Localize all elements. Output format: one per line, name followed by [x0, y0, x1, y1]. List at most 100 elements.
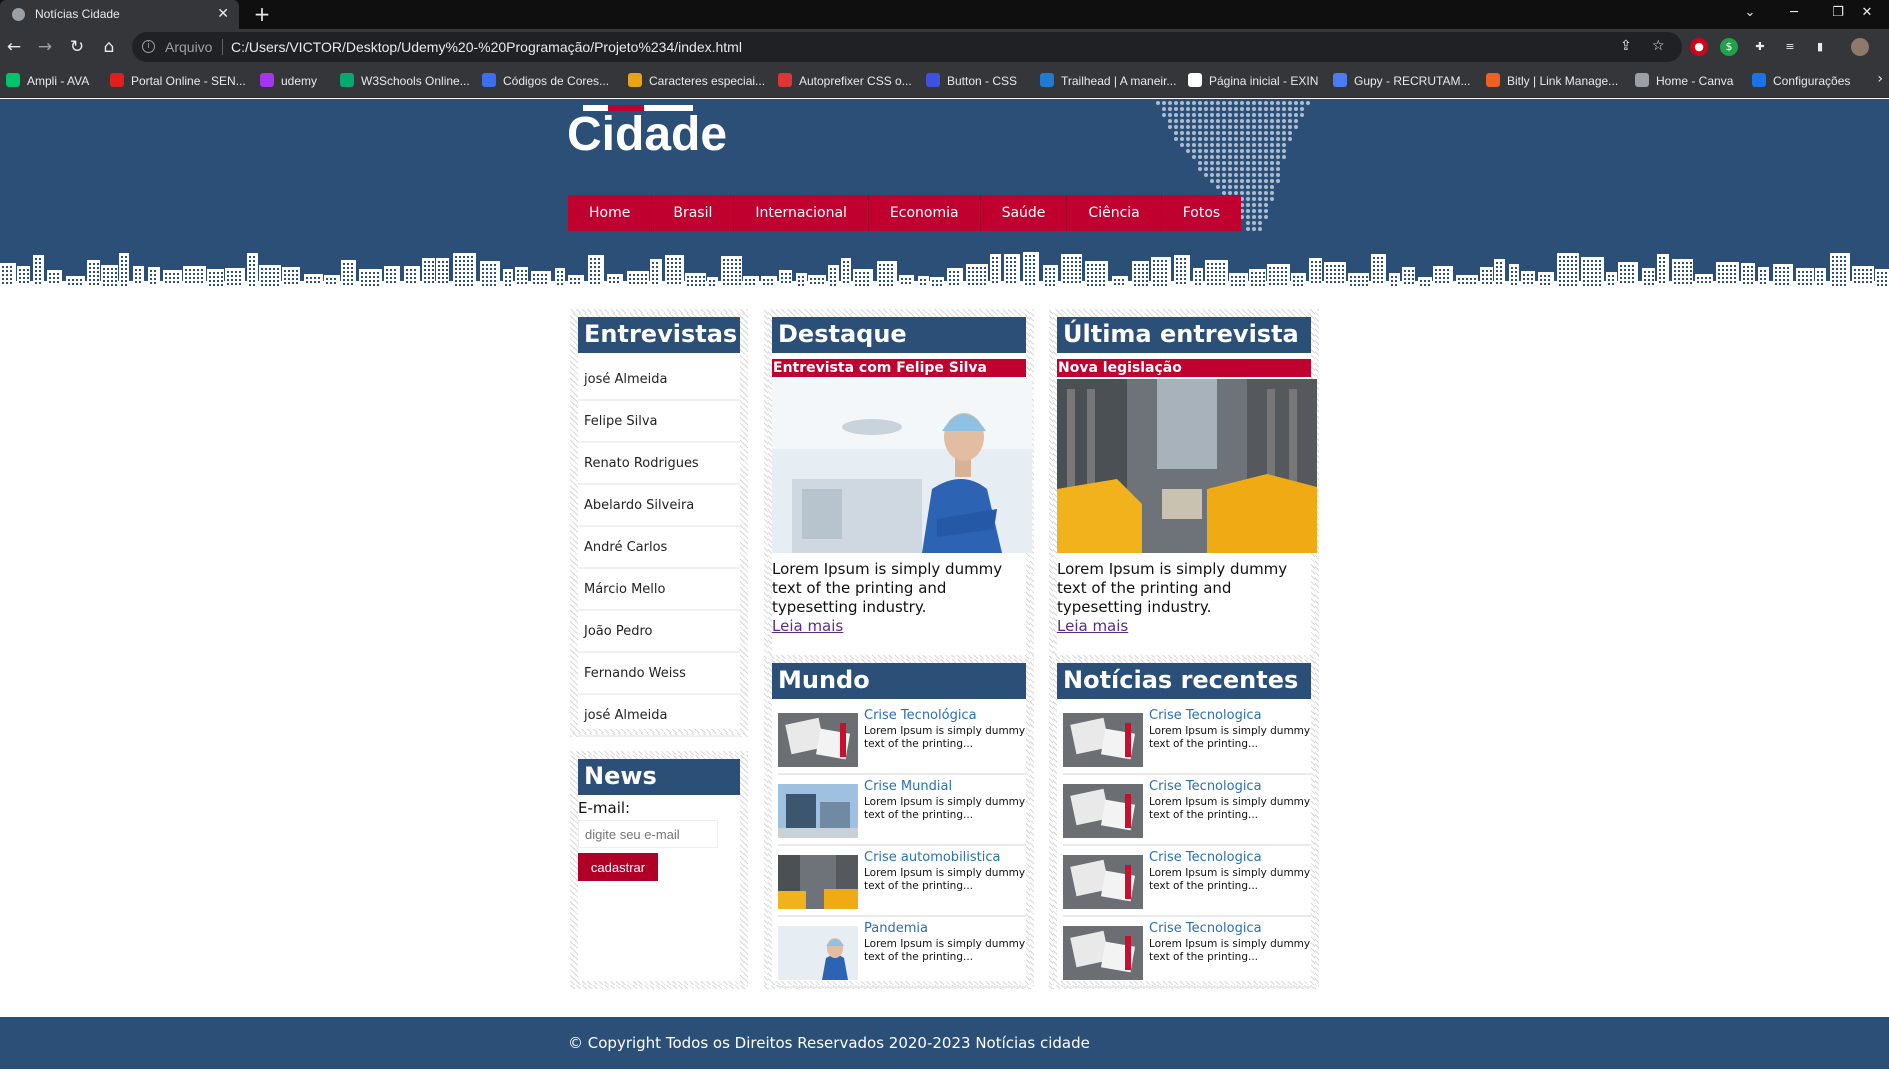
news-item-title[interactable]: Crise Tecnológica: [864, 708, 977, 723]
menu-item[interactable]: Fotos: [1162, 195, 1241, 231]
news-item-title[interactable]: Crise Tecnologica: [1149, 921, 1262, 936]
bookmark-item[interactable]: Bitly | Link Manage...: [1486, 73, 1618, 91]
bookmark-label: Trailhead | A maneir...: [1061, 74, 1177, 88]
browser-tab[interactable]: Notícias Cidade ✕: [0, 0, 239, 29]
bookmark-item[interactable]: Button - CSS: [926, 73, 1017, 91]
news-item[interactable]: Crise Tecnologica Lorem Ipsum is simply d…: [1063, 847, 1311, 917]
news-item-title[interactable]: Crise Mundial: [864, 779, 952, 794]
entrevista-item[interactable]: Renato Rodrigues: [578, 443, 740, 485]
reading-list-icon[interactable]: ≡: [1781, 38, 1799, 56]
tab-search-icon[interactable]: ⌄: [1728, 0, 1772, 29]
extension-money-icon[interactable]: $: [1720, 38, 1738, 56]
bookmark-item[interactable]: Gupy - RECRUTAM...: [1333, 73, 1470, 91]
news-item[interactable]: Crise Tecnologica Lorem Ipsum is simply d…: [1063, 776, 1311, 846]
bookmark-label: Portal Online - SEN...: [131, 74, 246, 88]
news-item-title[interactable]: Crise Tecnologica: [1149, 708, 1262, 723]
news-thumbnail[interactable]: [1063, 784, 1143, 838]
bookmark-item[interactable]: Autoprefixer CSS o...: [778, 73, 912, 91]
destaque-leia-mais-link[interactable]: Leia mais: [772, 617, 1026, 636]
menu-item[interactable]: Brasil: [652, 195, 735, 231]
news-item[interactable]: Crise Tecnologica Lorem Ipsum is simply d…: [1063, 918, 1311, 988]
entrevista-item[interactable]: Abelardo Silveira: [578, 485, 740, 527]
menu-item[interactable]: Economia: [869, 195, 981, 231]
close-window-button[interactable]: ✕: [1845, 0, 1889, 29]
share-icon[interactable]: ⇪: [1620, 38, 1632, 54]
news-item[interactable]: Crise Mundial Lorem Ipsum is simply dummy…: [778, 776, 1026, 846]
noticias-recentes-panel: Notícias recentes Crise Tecnologica Lorem…: [1049, 655, 1319, 989]
bookmark-item[interactable]: Página inicial - EXIN: [1188, 73, 1318, 91]
back-icon[interactable]: ←: [2, 35, 26, 59]
reload-icon[interactable]: ↻: [65, 35, 89, 59]
bookmark-favicon-icon: [1486, 73, 1500, 87]
news-item[interactable]: Crise Tecnologica Lorem Ipsum is simply d…: [1063, 705, 1311, 775]
entrevista-item[interactable]: João Pedro: [578, 611, 740, 653]
entrevista-item[interactable]: Márcio Mello: [578, 569, 740, 611]
entrevistas-title: Entrevistas: [578, 317, 740, 353]
news-item-desc: Lorem Ipsum is simply dummy text of the …: [864, 867, 1026, 892]
forward-icon[interactable]: →: [33, 35, 57, 59]
profile-avatar[interactable]: [1851, 38, 1869, 56]
bookmarks-more-icon[interactable]: ›: [1877, 71, 1883, 87]
news-item-title[interactable]: Crise Tecnologica: [1149, 779, 1262, 794]
bookmark-label: Autoprefixer CSS o...: [799, 74, 912, 88]
bookmark-item[interactable]: udemy: [260, 73, 317, 91]
bookmark-item[interactable]: Trailhead | A maneir...: [1040, 73, 1176, 91]
bookmark-label: Ampli - AVA: [27, 74, 90, 88]
entrevista-item[interactable]: Fernando Weiss: [578, 653, 740, 695]
news-thumbnail[interactable]: [778, 784, 858, 838]
email-input[interactable]: [578, 820, 718, 848]
entrevista-item[interactable]: josé Almeida: [578, 695, 740, 737]
news-thumbnail[interactable]: [778, 855, 858, 909]
news-item-title[interactable]: Pandemia: [864, 921, 928, 936]
address-url[interactable]: C:/Users/VICTOR/Desktop/Udemy%20-%20Prog…: [231, 39, 742, 55]
menu-item[interactable]: Ciência: [1067, 195, 1162, 231]
menu-item[interactable]: Saúde: [981, 195, 1068, 231]
news-thumbnail[interactable]: [1063, 713, 1143, 767]
news-thumbnail[interactable]: [778, 926, 858, 980]
bookmark-item[interactable]: Home - Canva: [1635, 73, 1733, 91]
cadastrar-button[interactable]: cadastrar: [578, 853, 658, 881]
entrevista-item[interactable]: josé Almeida: [578, 359, 740, 401]
close-tab-icon[interactable]: ✕: [217, 5, 229, 22]
news-title: News: [578, 759, 740, 795]
bookmark-item[interactable]: Ampli - AVA: [6, 73, 89, 91]
minimize-button[interactable]: ─: [1772, 0, 1816, 29]
news-item[interactable]: Crise automobilistica Lorem Ipsum is simp…: [778, 847, 1026, 917]
ultima-leia-mais-link[interactable]: Leia mais: [1057, 617, 1311, 636]
news-thumbnail[interactable]: [778, 713, 858, 767]
bookmark-item[interactable]: Caracteres especiai...: [628, 73, 765, 91]
destaque-subtitle[interactable]: Entrevista com Felipe Silva: [772, 359, 1026, 377]
news-item[interactable]: Pandemia Lorem Ipsum is simply dummy text…: [778, 918, 1026, 988]
menu-item[interactable]: Internacional: [734, 195, 869, 231]
news-item-desc: Lorem Ipsum is simply dummy text of the …: [1149, 796, 1311, 821]
new-tab-button[interactable]: +: [250, 2, 274, 26]
info-icon[interactable]: i: [142, 40, 155, 53]
ultima-subtitle[interactable]: Nova legislação: [1057, 359, 1311, 377]
bookmark-star-icon[interactable]: ☆: [1652, 38, 1665, 54]
bookmark-favicon-icon: [1188, 73, 1202, 87]
news-thumbnail[interactable]: [1063, 926, 1143, 980]
browser-tab-strip: Notícias Cidade ✕ + ⌄ ─ ❐ ✕: [0, 0, 1889, 29]
news-item-desc: Lorem Ipsum is simply dummy text of the …: [1149, 867, 1311, 892]
news-item[interactable]: Crise Tecnológica Lorem Ipsum is simply d…: [778, 705, 1026, 775]
bookmark-item[interactable]: Portal Online - SEN...: [110, 73, 246, 91]
bookmark-item[interactable]: W3Schools Online...: [340, 73, 470, 91]
news-thumbnail[interactable]: [1063, 855, 1143, 909]
doctor-photo: [772, 379, 1032, 553]
extensions-puzzle-icon[interactable]: ✚: [1751, 38, 1769, 56]
news-item-title[interactable]: Crise Tecnologica: [1149, 850, 1262, 865]
bookmark-item[interactable]: Códigos de Cores...: [482, 73, 609, 91]
extension-adblock-icon[interactable]: ●: [1690, 38, 1708, 56]
site-logo[interactable]: Cidade: [567, 107, 727, 162]
entrevista-item[interactable]: Felipe Silva: [578, 401, 740, 443]
bookmark-item[interactable]: Configurações: [1752, 73, 1850, 91]
news-item-title[interactable]: Crise automobilistica: [864, 850, 1001, 865]
home-icon[interactable]: ⌂: [97, 35, 121, 59]
address-bar[interactable]: i Arquivo C:/Users/VICTOR/Desktop/Udemy%…: [132, 32, 1682, 62]
menu-item[interactable]: Home: [568, 195, 653, 231]
news-item-desc: Lorem Ipsum is simply dummy text of the …: [864, 938, 1026, 963]
ultima-title: Última entrevista: [1057, 317, 1311, 353]
entrevista-item[interactable]: André Carlos: [578, 527, 740, 569]
address-toolbar: ← → ↻ ⌂ i Arquivo C:/Users/VICTOR/Deskto…: [0, 29, 1889, 65]
side-panel-icon[interactable]: ▮: [1811, 38, 1829, 56]
